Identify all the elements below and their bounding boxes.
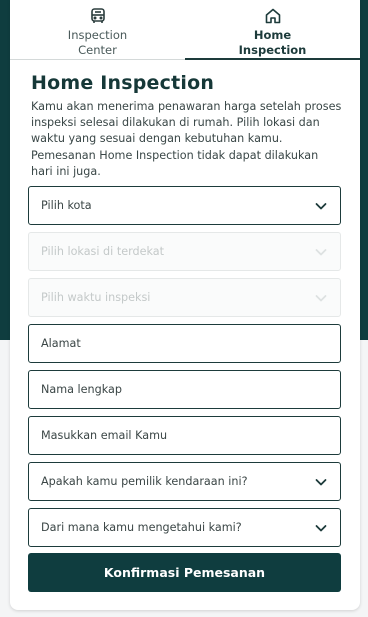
- full-name-input[interactable]: Nama lengkap: [28, 370, 341, 409]
- page-title: Home Inspection: [31, 72, 215, 94]
- chevron-down-icon: [315, 294, 327, 301]
- location-select-value: Pilih lokasi di terdekat: [41, 245, 165, 258]
- tab-label: Home Inspection: [238, 28, 307, 57]
- location-select[interactable]: Pilih lokasi di terdekat: [28, 232, 341, 271]
- city-select-value: Pilih kota: [41, 199, 92, 212]
- bus-icon: [90, 8, 105, 23]
- tab-inspection-center[interactable]: Inspection Center: [10, 0, 185, 60]
- chevron-down-icon: [315, 248, 327, 255]
- email-input[interactable]: Masukkan email Kamu: [28, 416, 341, 455]
- time-select[interactable]: Pilih waktu inspeksi: [28, 278, 341, 317]
- confirm-booking-button[interactable]: Konfirmasi Pemesanan: [28, 553, 341, 592]
- page-description: Kamu akan menerima penawaran harga setel…: [31, 100, 342, 178]
- address-input[interactable]: Alamat: [28, 324, 341, 363]
- owner-select[interactable]: Apakah kamu pemilik kendaraan ini?: [28, 462, 341, 501]
- owner-select-value: Apakah kamu pemilik kendaraan ini?: [41, 475, 248, 488]
- chevron-down-icon: [315, 202, 327, 209]
- source-select-value: Dari mana kamu mengetahui kami?: [41, 521, 242, 534]
- full-name-placeholder: Nama lengkap: [41, 383, 122, 396]
- home-icon: [265, 8, 280, 24]
- source-select[interactable]: Dari mana kamu mengetahui kami?: [28, 508, 341, 547]
- chevron-down-icon: [315, 478, 327, 485]
- email-placeholder: Masukkan email Kamu: [41, 429, 168, 442]
- tab-home-inspection[interactable]: Home Inspection: [185, 0, 360, 60]
- chevron-down-icon: [315, 524, 327, 531]
- tab-label: Inspection Center: [67, 28, 128, 57]
- address-placeholder: Alamat: [41, 337, 81, 350]
- tab-bar: Inspection Center Home Inspection: [10, 0, 360, 60]
- city-select[interactable]: Pilih kota: [28, 186, 341, 225]
- booking-card: Inspection Center Home Inspection Home I…: [10, 0, 360, 610]
- time-select-value: Pilih waktu inspeksi: [41, 291, 151, 304]
